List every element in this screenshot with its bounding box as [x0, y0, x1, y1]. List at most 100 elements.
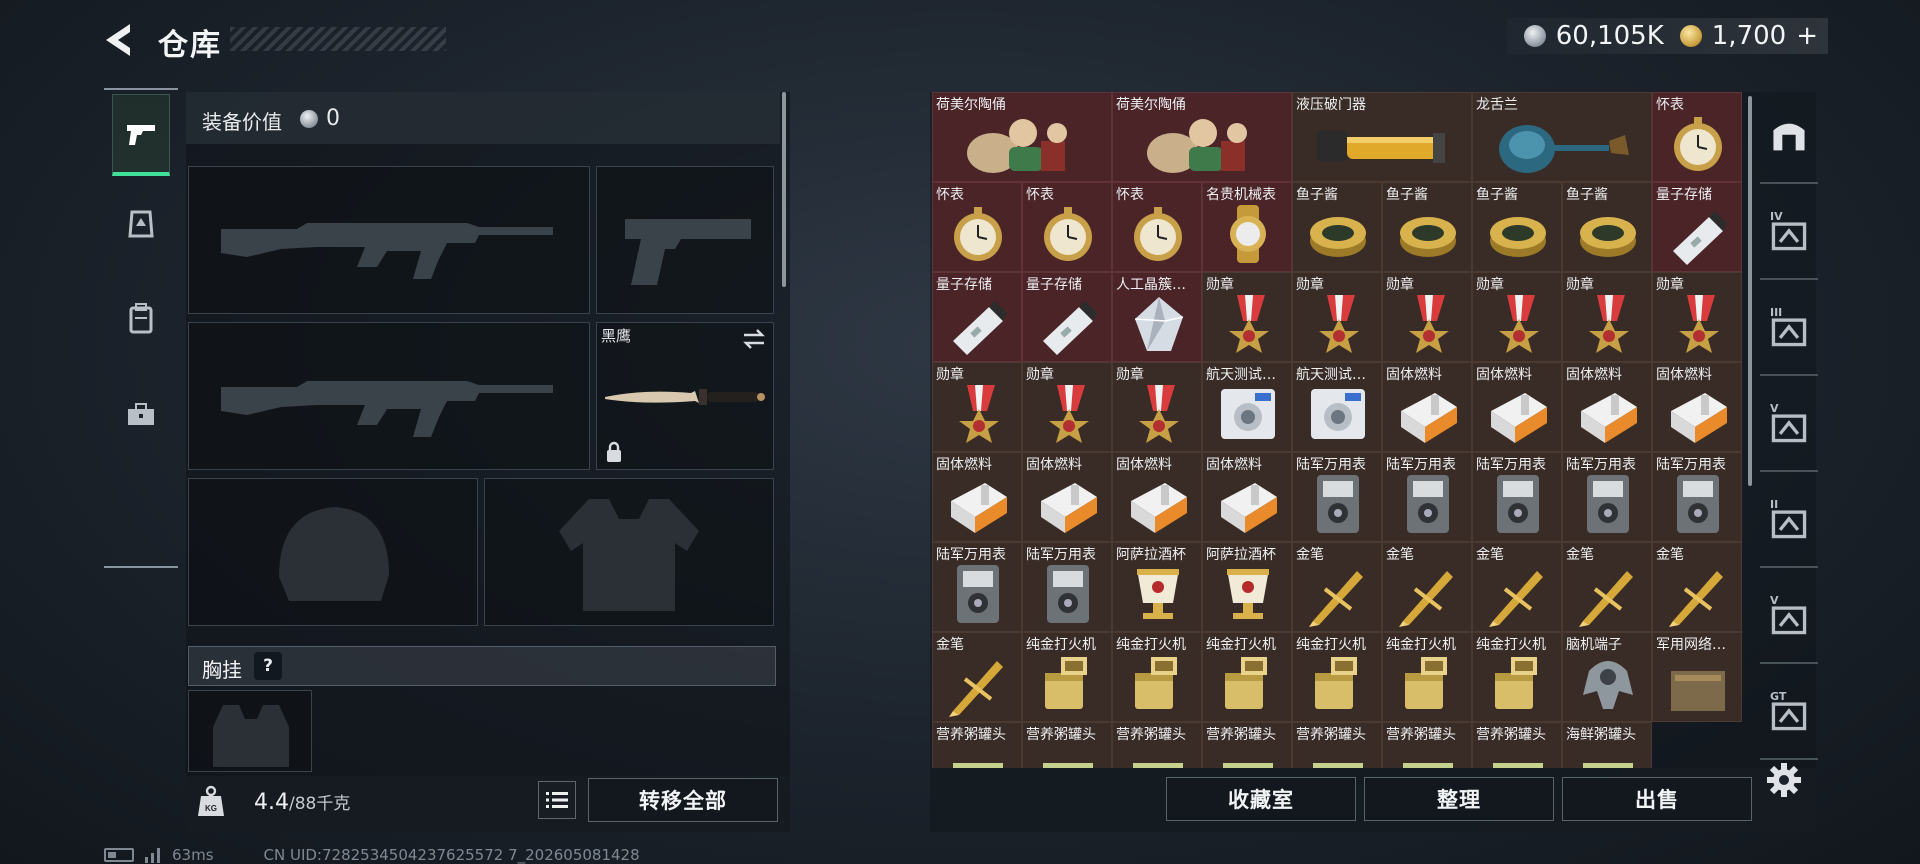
inventory-item-quantum-storage[interactable]: 量子存储: [1022, 272, 1112, 362]
inventory-item-gold-lighter[interactable]: 纯金打火机: [1022, 632, 1112, 722]
inventory-item-porridge-can[interactable]: 营养粥罐头: [1202, 722, 1292, 768]
inventory-item-pocket-watch[interactable]: 怀表: [1112, 182, 1202, 272]
storage-tab-ii[interactable]: II: [1760, 476, 1818, 568]
inventory-item-aerospace-tester[interactable]: 航天测试…: [1292, 362, 1382, 452]
inventory-item-medal[interactable]: 勋章: [1382, 272, 1472, 362]
inventory-item-porridge-can[interactable]: 营养粥罐头: [1382, 722, 1472, 768]
inventory-item-medal[interactable]: 勋章: [1562, 272, 1652, 362]
list-view-button[interactable]: [538, 781, 576, 819]
back-button[interactable]: [100, 18, 140, 62]
inventory-item-tequila-bottle[interactable]: 龙舌兰: [1472, 92, 1652, 182]
inventory-item-medal[interactable]: 勋章: [932, 362, 1022, 452]
inventory-item-medal[interactable]: 勋章: [1112, 362, 1202, 452]
storage-tab-iii[interactable]: III: [1760, 284, 1818, 376]
add-gold-button[interactable]: +: [1796, 21, 1818, 51]
sort-button[interactable]: 整理: [1364, 777, 1554, 821]
item-name: 金笔: [1296, 547, 1324, 563]
inventory-item-aerospace-tester[interactable]: 航天测试…: [1202, 362, 1292, 452]
inventory-item-gold-pen[interactable]: 金笔: [1292, 542, 1382, 632]
inventory-item-medal[interactable]: 勋章: [1652, 272, 1742, 362]
inventory-item-multimeter[interactable]: 陆军万用表: [932, 542, 1022, 632]
inventory-item-gold-pen[interactable]: 金笔: [932, 632, 1022, 722]
inventory-item-porridge-can[interactable]: 营养粥罐头: [932, 722, 1022, 768]
inventory-item-wristwatch[interactable]: 名贵机械表: [1202, 182, 1292, 272]
main-storage-tab[interactable]: [1760, 92, 1818, 184]
helmet-slot[interactable]: [188, 478, 478, 626]
inventory-item-gold-cup[interactable]: 阿萨拉酒杯: [1202, 542, 1292, 632]
inventory-item-caviar-tin[interactable]: 鱼子酱: [1292, 182, 1382, 272]
caviar-tin-icon: [1490, 217, 1546, 257]
sell-button[interactable]: 出售: [1562, 777, 1752, 821]
inventory-item-figurine[interactable]: 荷美尔陶俑: [1112, 92, 1292, 182]
inventory-item-caviar-tin[interactable]: 鱼子酱: [1562, 182, 1652, 272]
inventory-item-solid-fuel[interactable]: 固体燃料: [1022, 452, 1112, 542]
inventory-item-porridge-can[interactable]: 海鲜粥罐头: [1562, 722, 1652, 768]
inventory-item-multimeter[interactable]: 陆军万用表: [1652, 452, 1742, 542]
inventory-item-medal[interactable]: 勋章: [1202, 272, 1292, 362]
inventory-item-medal[interactable]: 勋章: [1292, 272, 1382, 362]
inventory-item-caviar-tin[interactable]: 鱼子酱: [1472, 182, 1562, 272]
storage-tab-gt[interactable]: GT: [1760, 668, 1818, 760]
primary-weapon-slot-1[interactable]: [188, 166, 590, 314]
inventory-item-gold-pen[interactable]: 金笔: [1562, 542, 1652, 632]
inventory-item-porridge-can[interactable]: 营养粥罐头: [1022, 722, 1112, 768]
inventory-item-crystal[interactable]: 人工晶簇…: [1112, 272, 1202, 362]
inventory-item-solid-fuel[interactable]: 固体燃料: [1652, 362, 1742, 452]
inventory-item-gold-pen[interactable]: 金笔: [1472, 542, 1562, 632]
storage-tab-iv[interactable]: IV: [1760, 188, 1818, 280]
equipment-scrollbar[interactable]: [782, 92, 786, 287]
inventory-item-pocket-watch[interactable]: 怀表: [1022, 182, 1112, 272]
inventory-item-gold-pen[interactable]: 金笔: [1652, 542, 1742, 632]
inventory-item-pocket-watch[interactable]: 怀表: [932, 182, 1022, 272]
inventory-item-medal[interactable]: 勋章: [1022, 362, 1112, 452]
inventory-item-solid-fuel[interactable]: 固体燃料: [932, 452, 1022, 542]
inventory-item-solid-fuel[interactable]: 固体燃料: [1562, 362, 1652, 452]
inventory-item-multimeter[interactable]: 陆军万用表: [1292, 452, 1382, 542]
tab-toolbox[interactable]: [112, 374, 170, 456]
inventory-item-porridge-can[interactable]: 营养粥罐头: [1472, 722, 1562, 768]
storage-tab-v[interactable]: V: [1760, 380, 1818, 472]
inventory-item-gold-pen[interactable]: 金笔: [1382, 542, 1472, 632]
inventory-item-porridge-can[interactable]: 营养粥罐头: [1292, 722, 1382, 768]
chest-rig-slot[interactable]: [188, 690, 312, 772]
inventory-item-gold-lighter[interactable]: 纯金打火机: [1202, 632, 1292, 722]
inventory-item-gold-lighter[interactable]: 纯金打火机: [1472, 632, 1562, 722]
inventory-item-gold-lighter[interactable]: 纯金打火机: [1112, 632, 1202, 722]
inventory-item-multimeter[interactable]: 陆军万用表: [1472, 452, 1562, 542]
help-button[interactable]: ?: [254, 652, 282, 680]
secondary-weapon-slot[interactable]: [596, 166, 774, 314]
tab-armor[interactable]: [112, 184, 170, 266]
settings-gear-icon[interactable]: [1764, 760, 1804, 800]
inventory-item-solid-fuel[interactable]: 固体燃料: [1472, 362, 1562, 452]
inventory-item-multimeter[interactable]: 陆军万用表: [1382, 452, 1472, 542]
inventory-item-hydraulic-breacher[interactable]: 液压破门器: [1292, 92, 1472, 182]
body-armor-slot[interactable]: [484, 478, 774, 626]
inventory-item-gold-lighter[interactable]: 纯金打火机: [1292, 632, 1382, 722]
inventory-item-network-module[interactable]: 军用网络…: [1652, 632, 1742, 722]
inventory-item-brain-terminal[interactable]: 脑机端子: [1562, 632, 1652, 722]
storage-tab-v2[interactable]: V: [1760, 572, 1818, 664]
inventory-item-quantum-storage[interactable]: 量子存储: [1652, 182, 1742, 272]
inventory-item-gold-lighter[interactable]: 纯金打火机: [1382, 632, 1472, 722]
tab-weapons[interactable]: [112, 94, 170, 176]
collection-room-button[interactable]: 收藏室: [1166, 777, 1356, 821]
inventory-scrollbar[interactable]: [1748, 96, 1752, 486]
inventory-item-gold-cup[interactable]: 阿萨拉酒杯: [1112, 542, 1202, 632]
inventory-item-multimeter[interactable]: 陆军万用表: [1562, 452, 1652, 542]
inventory-item-solid-fuel[interactable]: 固体燃料: [1112, 452, 1202, 542]
inventory-item-solid-fuel[interactable]: 固体燃料: [1382, 362, 1472, 452]
inventory-item-medal[interactable]: 勋章: [1472, 272, 1562, 362]
transfer-all-button[interactable]: 转移全部: [588, 778, 778, 822]
inventory-item-pocket-watch[interactable]: 怀表: [1652, 92, 1742, 182]
storage-arch-icon: [1773, 123, 1805, 151]
inventory-item-porridge-can[interactable]: 营养粥罐头: [1112, 722, 1202, 768]
tab-backpack[interactable]: [112, 278, 170, 360]
primary-weapon-slot-2[interactable]: [188, 322, 590, 470]
melee-weapon-slot[interactable]: 黑鹰: [596, 322, 774, 470]
inventory-item-multimeter[interactable]: 陆军万用表: [1022, 542, 1112, 632]
inventory-item-solid-fuel[interactable]: 固体燃料: [1202, 452, 1292, 542]
inventory-item-caviar-tin[interactable]: 鱼子酱: [1382, 182, 1472, 272]
swap-icon[interactable]: [741, 327, 767, 351]
inventory-item-figurine[interactable]: 荷美尔陶俑: [932, 92, 1112, 182]
inventory-item-quantum-storage[interactable]: 量子存储: [932, 272, 1022, 362]
